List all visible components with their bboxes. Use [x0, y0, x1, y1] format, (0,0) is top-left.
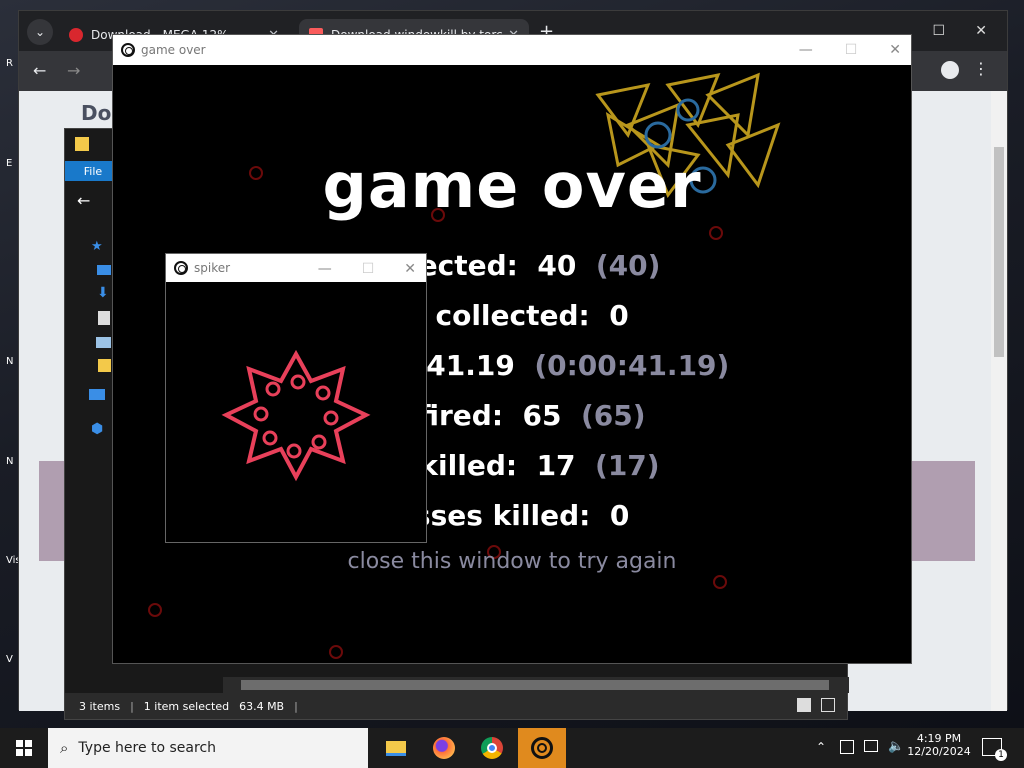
notification-count-badge: 1	[995, 749, 1007, 761]
window-title: spiker	[194, 261, 231, 275]
this-pc-icon[interactable]	[89, 389, 105, 400]
horizontal-scrollbar[interactable]	[223, 677, 849, 693]
tray-app-icon[interactable]	[840, 740, 854, 754]
windowkill-icon[interactable]	[518, 728, 566, 768]
volume-muted-icon[interactable]: 🔈	[888, 739, 904, 754]
network-icon[interactable]: ⬢	[91, 421, 103, 437]
stat-value: 40	[537, 249, 577, 282]
folder-icon[interactable]	[98, 359, 111, 372]
menu-icon[interactable]: ⋮	[973, 59, 989, 78]
back-icon[interactable]: ←	[77, 191, 90, 210]
game-over-heading: game over	[322, 149, 702, 222]
windowkill-icon	[121, 43, 135, 57]
particle	[713, 575, 727, 589]
page-heading: Do	[81, 101, 112, 125]
taskbar: ⌕ Type here to search ⌃ 🔈 4:19 PM 12/20/…	[0, 728, 1024, 768]
quick-access-icon[interactable]: ★	[91, 239, 103, 254]
maximize-icon: ☐	[361, 261, 375, 277]
stat-value: 0	[609, 499, 630, 532]
desktop-icon-label[interactable]: E	[6, 158, 12, 169]
item-count: 3 items	[79, 699, 121, 713]
spiker-enemy	[221, 349, 371, 482]
details-view-icon[interactable]	[797, 698, 811, 712]
desktop-icon-label[interactable]: R	[6, 58, 13, 69]
maximize-icon: ☐	[844, 42, 858, 58]
desktop-icon-label[interactable]: N	[6, 456, 13, 467]
avatar-icon[interactable]	[941, 61, 959, 79]
stat-best: (65)	[581, 399, 646, 432]
spiker-window: spiker — ☐ ✕	[165, 253, 427, 543]
taskbar-search-input[interactable]: ⌕ Type here to search	[48, 728, 368, 768]
horizontal-scrollbar-thumb[interactable]	[241, 680, 829, 690]
firefox-icon[interactable]	[420, 728, 468, 768]
file-explorer-icon[interactable]	[372, 728, 420, 768]
nav-pane: ★ ⬇ ⬢	[65, 225, 113, 565]
stat-value: 0	[609, 299, 629, 332]
stat-best: (17)	[595, 449, 660, 482]
particle	[329, 645, 343, 659]
page-scrollbar-thumb[interactable]	[994, 147, 1004, 357]
close-icon[interactable]: ✕	[889, 42, 901, 58]
chrome-icon[interactable]	[468, 728, 516, 768]
stat-value: 17	[536, 449, 576, 482]
tab-search-button[interactable]: ⌄	[27, 19, 53, 45]
clock[interactable]: 4:19 PM 12/20/2024	[904, 732, 974, 758]
pictures-icon[interactable]	[96, 337, 111, 348]
folder-icon	[75, 137, 89, 151]
clock-time: 4:19 PM	[916, 732, 962, 745]
desktop-icon-label[interactable]: V	[6, 654, 13, 665]
network-icon[interactable]	[864, 740, 878, 752]
stat-best: (40)	[595, 249, 661, 282]
windowkill-icon	[174, 261, 188, 275]
close-window-icon[interactable]: ✕	[975, 23, 987, 39]
windows-icon	[16, 740, 32, 756]
selection-size: 63.4 MB	[239, 699, 285, 713]
try-again-hint: close this window to try again	[347, 549, 677, 574]
start-button[interactable]	[0, 728, 48, 768]
minimize-icon[interactable]: —	[318, 261, 332, 277]
show-hidden-icons-icon[interactable]: ⌃	[816, 740, 826, 754]
notification-center-button[interactable]: 1	[982, 738, 1007, 761]
forward-icon[interactable]: →	[67, 61, 80, 80]
large-icons-view-icon[interactable]	[821, 698, 835, 712]
minimize-icon[interactable]: —	[799, 42, 813, 58]
stat-best: (0:00:41.19)	[534, 349, 730, 382]
search-icon: ⌕	[60, 739, 69, 757]
desktop-icon-label[interactable]: N	[6, 356, 13, 367]
window-title: game over	[141, 43, 206, 57]
back-icon[interactable]: ←	[33, 61, 46, 80]
documents-icon[interactable]	[98, 311, 110, 325]
close-icon[interactable]: ✕	[404, 261, 416, 277]
explorer-status-bar: 3 items | 1 item selected 63.4 MB |	[65, 693, 847, 719]
stat-value: 65	[522, 399, 562, 432]
game-over-titlebar[interactable]: game over — ☐ ✕	[113, 35, 911, 65]
mega-icon	[69, 28, 83, 42]
particle	[709, 226, 723, 240]
downloads-icon[interactable]: ⬇	[97, 285, 109, 301]
selection-info: 1 item selected	[143, 699, 230, 713]
maximize-window-icon[interactable]: ☐	[932, 23, 945, 39]
desktop-folder-icon[interactable]	[97, 265, 111, 275]
spiker-titlebar[interactable]: spiker — ☐ ✕	[166, 254, 426, 282]
particle	[148, 603, 162, 617]
page-scrollbar[interactable]	[991, 91, 1007, 711]
search-placeholder: Type here to search	[78, 740, 217, 756]
clock-date: 12/20/2024	[907, 745, 971, 758]
